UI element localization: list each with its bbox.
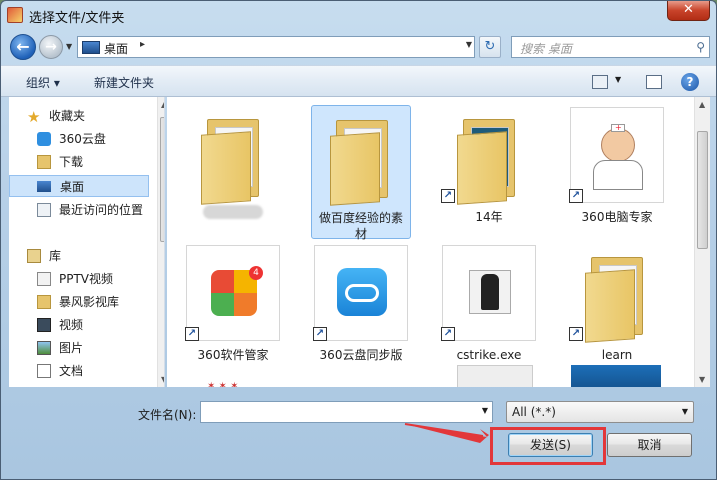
sidebar-libraries[interactable]: 库 xyxy=(9,245,149,267)
folder-icon xyxy=(453,111,525,205)
sidebar-item-pictures[interactable]: 图片 xyxy=(9,337,149,359)
shortcut-arrow-icon: ↗ xyxy=(569,189,583,203)
download-folder-icon xyxy=(37,155,51,169)
file-list-scrollbar[interactable]: ▲ ▼ xyxy=(694,97,710,387)
close-button[interactable]: ✕ xyxy=(667,1,710,21)
scrollbar-thumb[interactable] xyxy=(697,131,708,249)
sidebar-item-desktop[interactable]: 桌面 xyxy=(9,175,149,197)
refresh-button[interactable]: ↻ xyxy=(479,36,501,58)
partial-item[interactable] xyxy=(571,365,661,387)
file-name: 360电脑专家 xyxy=(581,210,653,224)
scroll-down-icon[interactable]: ▼ xyxy=(161,375,164,384)
history-dropdown-icon[interactable]: ▼ xyxy=(66,42,72,51)
file-item-360-cloud-sync[interactable]: ↗ 360云盘同步版 xyxy=(311,243,411,371)
shortcut-arrow-icon: ↗ xyxy=(569,327,583,341)
sidebar-item-downloads[interactable]: 下载 xyxy=(9,151,149,173)
sidebar-item-pptv[interactable]: PPTV视频 xyxy=(9,268,149,290)
file-item-360-doctor[interactable]: + ↗ 360电脑专家 xyxy=(567,105,667,233)
folder-icon xyxy=(197,111,269,205)
scroll-up-icon[interactable]: ▲ xyxy=(699,100,705,109)
cstrike-icon xyxy=(442,245,536,341)
folder-icon xyxy=(581,249,653,343)
file-name: 360软件管家 xyxy=(197,348,269,362)
shortcut-arrow-icon: ↗ xyxy=(441,189,455,203)
sidebar-scrollbar[interactable]: ▲ ▼ xyxy=(157,97,164,387)
new-folder-button[interactable]: 新建文件夹 xyxy=(94,74,154,91)
file-list: — — 做百度经验的素材 ↗ 14年 xyxy=(167,97,694,387)
navigation-pane: ★ 收藏夹 360云盘 下载 桌面 最近访问的位置 库 PPTV视频 暴风影视库… xyxy=(9,97,165,387)
file-name: cstrike.exe xyxy=(456,348,522,362)
film-icon xyxy=(37,318,51,332)
shortcut-arrow-icon: ↗ xyxy=(185,327,199,341)
dialog-footer: 文件名(N): ▼ All (*.*) ▼ 发送(S) 取消 xyxy=(1,391,716,479)
title-bar: 选择文件/文件夹 ✕ xyxy=(1,1,716,29)
address-text: 桌面 xyxy=(104,42,129,56)
partial-item[interactable] xyxy=(457,365,533,387)
file-chooser-dialog: 选择文件/文件夹 ✕ ← → ▼ 桌面 ▸ ▼ ↻ 搜索 桌面 ⚲ 组织 ▾ 新… xyxy=(0,0,717,480)
picture-icon xyxy=(37,341,51,355)
shortcut-arrow-icon: ↗ xyxy=(313,327,327,341)
doctor-icon: + xyxy=(570,107,664,203)
back-button[interactable]: ← xyxy=(10,34,36,60)
search-placeholder: 搜索 桌面 xyxy=(520,42,572,56)
forward-button[interactable]: → xyxy=(39,35,63,59)
partial-item[interactable]: ✶ ✶ ✶ xyxy=(207,381,277,387)
folder-icon xyxy=(37,295,51,309)
star-icon: ★ xyxy=(27,108,41,126)
search-icon[interactable]: ⚲ xyxy=(696,40,705,54)
file-name: 360云盘同步版 xyxy=(319,348,403,362)
annotation-highlight-box xyxy=(490,427,606,465)
desktop-icon xyxy=(82,41,100,54)
file-item-360-soft[interactable]: 4 ↗ 360软件管家 xyxy=(183,243,283,371)
recent-places-icon xyxy=(37,203,51,217)
sidebar-favorites[interactable]: ★ 收藏夹 xyxy=(9,105,149,127)
sidebar-item-documents[interactable]: 文档 xyxy=(9,360,149,382)
document-icon xyxy=(37,364,51,378)
organize-menu[interactable]: 组织 ▾ xyxy=(26,74,60,91)
file-item-selected-folder[interactable]: 做百度经验的素材 xyxy=(311,105,411,241)
file-item-14nian[interactable]: ↗ 14年 xyxy=(439,105,539,233)
scroll-down-icon[interactable]: ▼ xyxy=(699,375,705,384)
app-360soft-icon: 4 xyxy=(186,245,280,341)
sidebar-item-recent[interactable]: 最近访问的位置 xyxy=(9,199,149,221)
cloud-icon xyxy=(37,132,51,146)
library-icon xyxy=(27,249,41,263)
search-input[interactable]: 搜索 桌面 ⚲ xyxy=(511,36,710,58)
preview-pane-icon[interactable] xyxy=(646,75,662,89)
desktop-icon xyxy=(37,181,51,192)
help-icon[interactable]: ? xyxy=(681,73,699,91)
address-bar[interactable]: 桌面 ▸ ▼ xyxy=(77,36,475,58)
scroll-up-icon[interactable]: ▲ xyxy=(161,100,164,109)
scrollbar-thumb[interactable] xyxy=(160,117,164,242)
app-icon xyxy=(7,7,23,23)
file-name: learn xyxy=(601,348,633,362)
file-item-cstrike[interactable]: ↗ cstrike.exe xyxy=(439,243,539,371)
navigation-bar: ← → ▼ 桌面 ▸ ▼ ↻ 搜索 桌面 ⚲ xyxy=(1,31,716,63)
toolbar: 组织 ▾ 新建文件夹 ▼ ? xyxy=(1,65,716,97)
cloud-app-icon xyxy=(314,245,408,341)
cutoff-row: — — xyxy=(207,97,235,103)
window-title: 选择文件/文件夹 xyxy=(29,11,125,26)
video-library-icon xyxy=(37,272,51,286)
file-name: 做百度经验的素材 xyxy=(318,211,403,241)
sidebar-item-360cloud[interactable]: 360云盘 xyxy=(9,128,149,150)
breadcrumb-chevron-icon[interactable]: ▸ xyxy=(140,39,145,50)
sidebar-item-baofeng[interactable]: 暴风影视库 xyxy=(9,291,149,313)
cancel-button[interactable]: 取消 xyxy=(607,433,692,457)
view-icon[interactable] xyxy=(592,75,608,89)
sidebar-item-videos[interactable]: 视频 xyxy=(9,314,149,336)
address-dropdown-icon[interactable]: ▼ xyxy=(466,40,472,49)
file-item-blurred-folder[interactable] xyxy=(183,105,283,233)
shortcut-arrow-icon: ↗ xyxy=(441,327,455,341)
view-dropdown-icon[interactable]: ▼ xyxy=(615,75,621,84)
folder-icon xyxy=(326,112,398,206)
file-item-learn[interactable]: ↗ learn xyxy=(567,243,667,371)
file-name: 14年 xyxy=(475,210,503,224)
